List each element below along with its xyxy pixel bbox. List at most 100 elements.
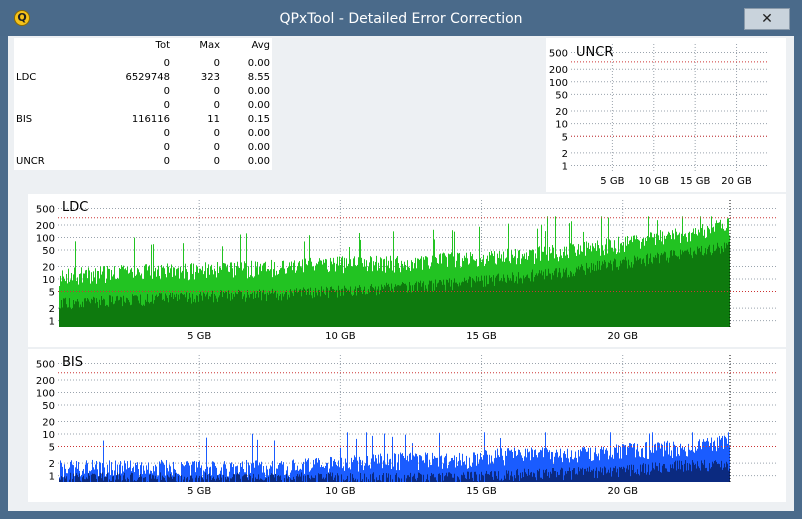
avg-bar [514,475,515,482]
avg-bar [151,301,152,327]
avg-bar [136,481,137,482]
avg-bar [619,266,620,327]
avg-bar [408,290,409,327]
avg-bar [689,254,690,327]
avg-bar [111,302,112,327]
avg-bar [246,474,247,482]
avg-bar [471,471,472,482]
max-bar [384,433,385,482]
avg-bar [375,286,376,327]
avg-bar [444,476,445,482]
avg-bar [613,467,614,482]
avg-bar [326,474,327,482]
avg-bar [482,280,483,327]
avg-bar [96,298,97,327]
avg-bar [311,475,312,482]
avg-bar [141,476,142,482]
avg-bar [524,468,525,482]
max-bar [509,450,510,482]
avg-bar [545,470,546,482]
avg-bar [572,276,573,327]
avg-bar [536,273,537,327]
avg-bar [206,479,207,482]
avg-bar [646,474,647,482]
max-bar [393,466,394,482]
avg-bar [575,474,576,482]
avg-bar [599,471,600,482]
avg-bar [559,267,560,327]
avg-bar [281,300,282,327]
avg-bar [542,275,543,327]
avg-bar [314,297,315,327]
avg-bar [535,274,536,327]
avg-bar [294,289,295,327]
avg-bar [660,472,661,482]
avg-bar [84,479,85,482]
avg-bar [457,283,458,327]
avg-bar [489,474,490,482]
avg-bar [604,466,605,482]
avg-bar [608,262,609,327]
avg-bar [262,479,263,482]
avg-bar [669,471,670,482]
avg-bar [137,296,138,327]
avg-bar [120,296,121,327]
avg-bar [553,275,554,327]
max-bar [394,453,395,482]
avg-bar [532,476,533,482]
avg-bar [539,468,540,482]
avg-bar [234,296,235,327]
avg-bar [145,299,146,327]
avg-bar [538,471,539,482]
avg-bar [315,475,316,482]
avg-bar [434,290,435,327]
avg-bar [173,298,174,327]
avg-bar [209,473,210,482]
avg-bar [59,478,60,482]
avg-bar [86,301,87,327]
avg-bar [481,471,482,482]
avg-bar [427,474,428,482]
avg-bar [318,473,319,482]
avg-bar [172,478,173,482]
avg-bar [241,291,242,327]
avg-bar [87,478,88,482]
avg-bar [72,307,73,327]
avg-bar [276,481,277,482]
avg-bar [248,480,249,482]
avg-bar [376,477,377,482]
avg-bar [452,477,453,482]
max-bar [302,463,303,482]
avg-bar [167,474,168,482]
avg-bar [464,474,465,482]
avg-bar [179,299,180,327]
avg-bar [695,253,696,327]
avg-bar [125,479,126,482]
avg-bar [249,297,250,327]
avg-bar [368,479,369,482]
avg-bar [79,307,80,327]
avg-bar [320,296,321,327]
avg-bar [407,292,408,327]
max-bar [206,437,207,482]
avg-bar [300,289,301,327]
avg-bar [139,476,140,482]
avg-bar [162,475,163,482]
avg-bar [592,470,593,482]
avg-bar [598,269,599,327]
avg-bar [527,274,528,327]
avg-bar [512,272,513,327]
avg-bar [618,269,619,327]
close-button[interactable]: ✕ [744,8,790,30]
avg-bar [89,301,90,327]
avg-bar [622,259,623,327]
avg-bar [574,468,575,482]
title-bar[interactable]: Q QPxTool - Detailed Error Correction ✕ [0,0,802,36]
avg-bar [632,470,633,482]
avg-bar [530,472,531,482]
max-bar [540,449,541,482]
avg-bar [255,477,256,482]
avg-bar [431,472,432,482]
avg-bar [563,268,564,327]
avg-bar [473,279,474,327]
